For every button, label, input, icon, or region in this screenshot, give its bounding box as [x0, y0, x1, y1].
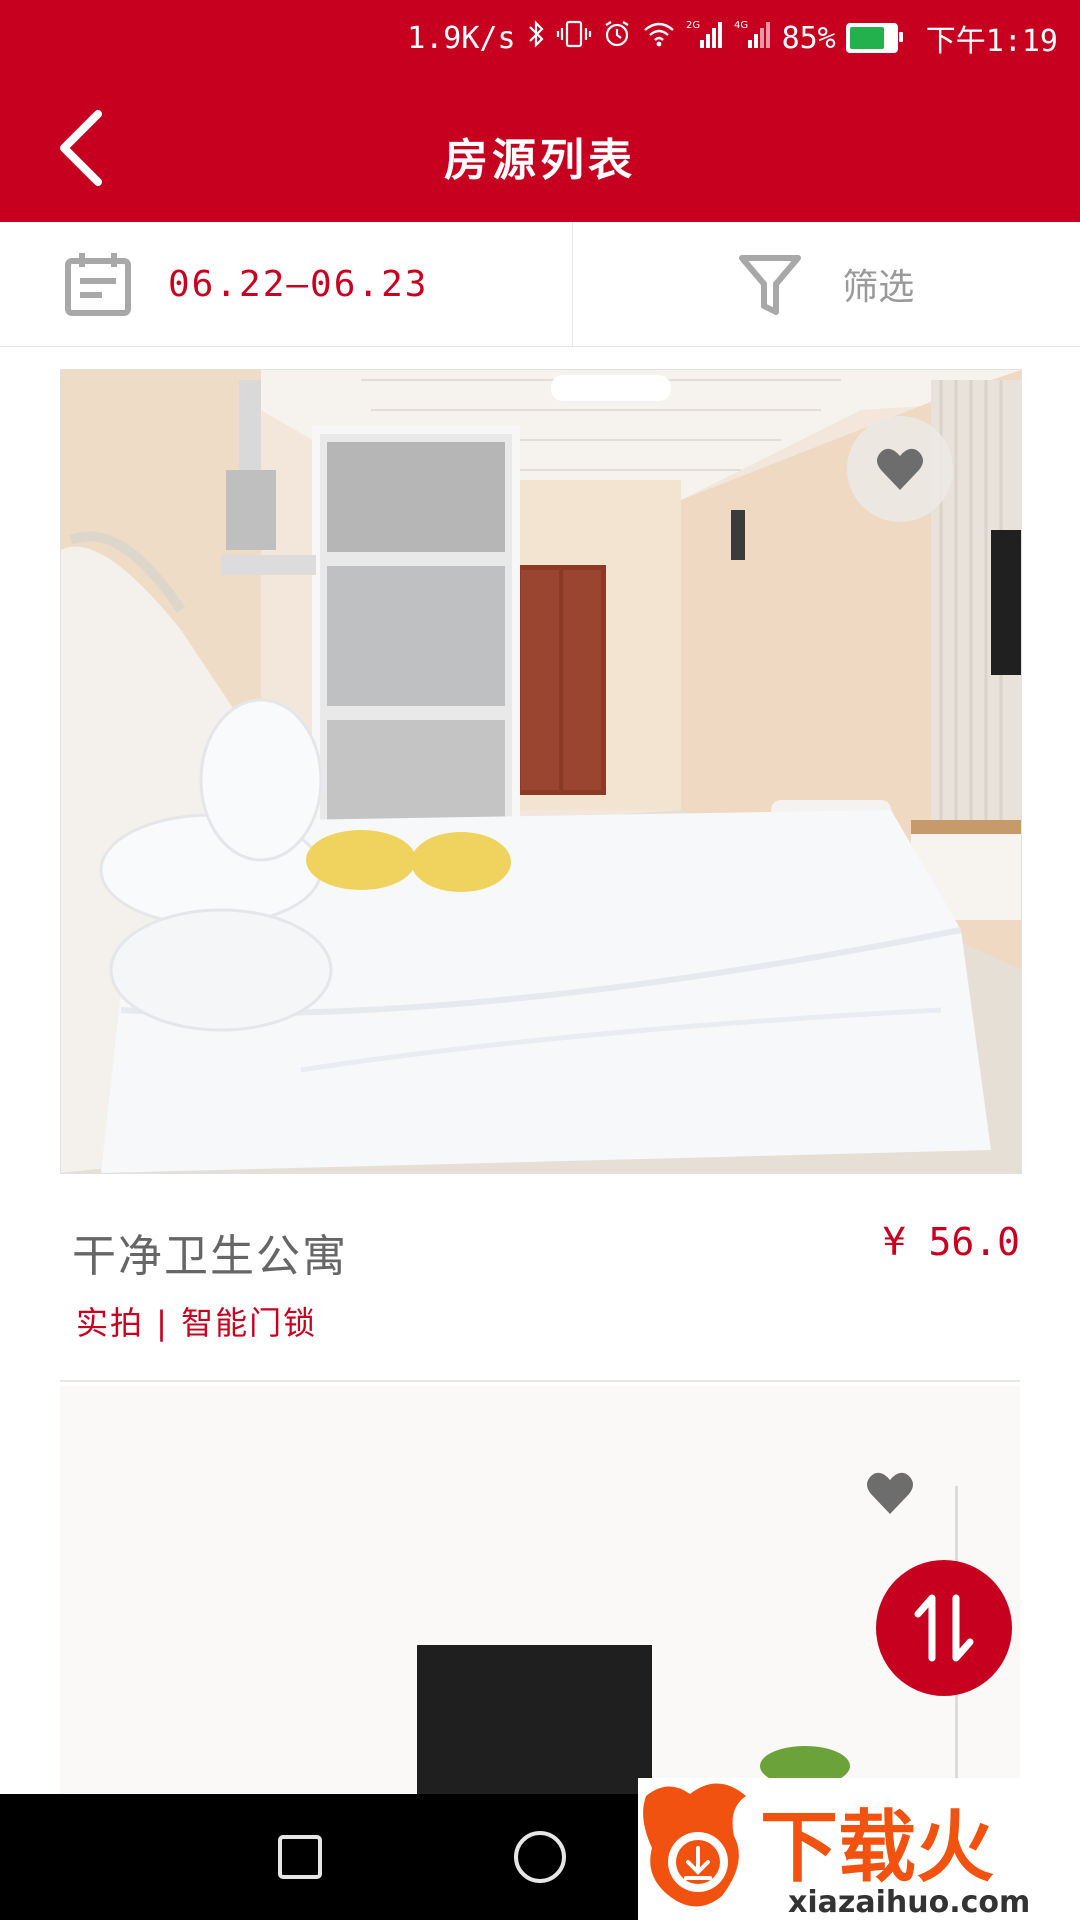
svg-text:2G: 2G	[686, 20, 700, 31]
wifi-icon	[642, 19, 676, 57]
sort-swap-icon	[908, 1592, 980, 1664]
listing-info: 干净卫生公寓 ¥ 56.0 实拍 | 智能门锁	[60, 1174, 1020, 1382]
room-photo	[60, 1386, 1020, 1806]
filter-button[interactable]: 筛选	[573, 222, 1080, 346]
watermark-url: xiazaihuo.com	[788, 1885, 1030, 1920]
listing-photo	[60, 1386, 1020, 1806]
listing-title: 干净卫生公寓	[72, 1220, 348, 1284]
svg-text:4G: 4G	[734, 20, 748, 31]
date-range: 06.22—06.23	[168, 264, 428, 305]
status-time: 下午1:19	[926, 16, 1058, 60]
filter-funnel-icon	[738, 252, 802, 316]
vibrate-icon	[556, 19, 592, 57]
favorite-button[interactable]	[847, 416, 953, 522]
listing-card[interactable]	[60, 1386, 1020, 1806]
filter-bar: 06.22—06.23 筛选	[0, 222, 1080, 347]
net-speed: 1.9K/s	[407, 21, 515, 56]
date-range-button[interactable]: 06.22—06.23	[0, 222, 573, 346]
status-bar: 1.9K/s 2G 4G 85% 下午1:19	[0, 0, 1080, 76]
xiazaihuo-watermark: 下载火 xiazaihuo.com	[638, 1778, 1080, 1920]
heart-icon	[875, 446, 925, 492]
signal-4g-icon: 4G	[734, 18, 772, 58]
listing-photo	[60, 369, 1022, 1174]
status-icons: 1.9K/s 2G 4G 85% 下午1:19	[407, 12, 1058, 64]
listing-price: ¥ 56.0	[883, 1220, 1020, 1264]
battery-percent: 85%	[782, 21, 836, 56]
recents-square-icon	[276, 1833, 324, 1881]
favorite-button[interactable]	[865, 1470, 915, 1520]
listing-card[interactable]: 干净卫生公寓 ¥ 56.0 实拍 | 智能门锁	[60, 369, 1020, 1382]
signal-2g-icon: 2G	[686, 18, 724, 58]
bluetooth-icon	[526, 19, 546, 57]
sort-button[interactable]	[876, 1560, 1012, 1696]
home-circle-icon	[512, 1829, 568, 1885]
heart-icon	[865, 1470, 915, 1516]
app-header: 房源列表	[0, 76, 1080, 222]
watermark-title: 下载火	[760, 1803, 994, 1893]
page-title: 房源列表	[0, 124, 1080, 188]
alarm-icon	[602, 19, 632, 57]
battery-charging-icon	[846, 23, 898, 53]
recents-button[interactable]	[270, 1827, 330, 1887]
listing-tags: 实拍 | 智能门锁	[76, 1298, 317, 1344]
xiazaihuo-logo: 下载火 xiazaihuo.com	[638, 1778, 1080, 1920]
home-button[interactable]	[510, 1827, 570, 1887]
filter-label: 筛选	[842, 258, 914, 310]
calendar-icon	[64, 251, 132, 317]
